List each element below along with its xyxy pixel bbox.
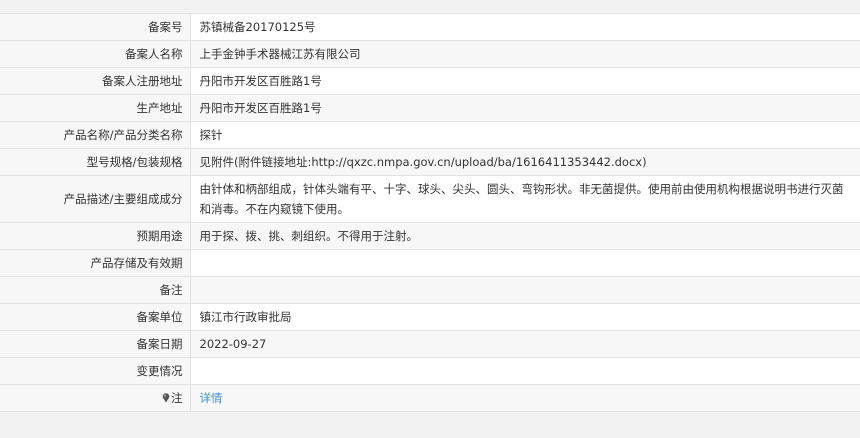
- note-label: 注: [171, 390, 183, 405]
- note-value: 详情: [190, 384, 860, 412]
- model-spec-label: 型号规格/包装规格: [0, 148, 191, 176]
- remarks-label: 备注: [0, 276, 191, 304]
- row-filing-number: 备案号 苏镇械备20170125号: [0, 13, 860, 41]
- filing-unit-label: 备案单位: [0, 303, 191, 331]
- row-registered-address: 备案人注册地址 丹阳市开发区百胜路1号: [0, 67, 860, 95]
- row-description: 产品描述/主要组成成分 由针体和柄部组成，针体头端有平、十字、球头、尖头、圆头、…: [0, 175, 860, 223]
- registered-address-label: 备案人注册地址: [0, 67, 191, 95]
- production-address-value: 丹阳市开发区百胜路1号: [190, 94, 860, 122]
- storage-validity-value: [190, 250, 860, 277]
- record-detail-panel: 备案号 苏镇械备20170125号 备案人名称 上手金钟手术器械江苏有限公司 备…: [0, 13, 860, 412]
- row-intended-use: 预期用途 用于探、拨、挑、刺组织。不得用于注射。: [0, 222, 860, 250]
- filing-number-label: 备案号: [0, 13, 191, 41]
- change-status-label: 变更情况: [0, 357, 191, 385]
- row-filing-date: 备案日期 2022-09-27: [0, 330, 860, 358]
- row-note: 注 详情: [0, 384, 860, 412]
- change-status-value: [190, 358, 860, 385]
- filing-number-value: 苏镇械备20170125号: [199, 19, 316, 34]
- storage-validity-label: 产品存储及有效期: [0, 249, 191, 277]
- intended-use-value: 用于探、拨、挑、刺组织。不得用于注射。: [190, 222, 860, 250]
- row-storage-validity: 产品存储及有效期: [0, 249, 860, 277]
- remarks-value: [190, 276, 860, 304]
- intended-use-label: 预期用途: [0, 222, 191, 250]
- pin-icon: [162, 390, 170, 403]
- row-filer-name: 备案人名称 上手金钟手术器械江苏有限公司: [0, 40, 860, 68]
- page: 备案号 苏镇械备20170125号 备案人名称 上手金钟手术器械江苏有限公司 备…: [0, 0, 860, 438]
- row-production-address: 生产地址 丹阳市开发区百胜路1号: [0, 94, 860, 122]
- row-filing-unit: 备案单位 镇江市行政审批局: [0, 303, 860, 331]
- row-product-name: 产品名称/产品分类名称 探针: [0, 121, 860, 149]
- registered-address-value: 丹阳市开发区百胜路1号: [199, 73, 322, 88]
- description-value: 由针体和柄部组成，针体头端有平、十字、球头、尖头、圆头、弯钩形状。非无菌提供。使…: [199, 182, 844, 216]
- filing-date-value: 2022-09-27: [190, 330, 860, 358]
- filer-name-label: 备案人名称: [0, 40, 191, 68]
- row-change-status: 变更情况: [0, 357, 860, 385]
- model-spec-value: 见附件(附件链接地址:http://qxzc.nmpa.gov.cn/uploa…: [190, 148, 860, 176]
- row-remarks: 备注: [0, 276, 860, 304]
- filer-name-value: 上手金钟手术器械江苏有限公司: [190, 40, 860, 68]
- filing-date-label: 备案日期: [0, 330, 191, 358]
- record-detail-table: 备案号 苏镇械备20170125号 备案人名称 上手金钟手术器械江苏有限公司 备…: [0, 13, 860, 412]
- filing-unit-value: 镇江市行政审批局: [199, 309, 292, 324]
- production-address-label: 生产地址: [0, 94, 191, 122]
- product-name-label: 产品名称/产品分类名称: [0, 121, 191, 149]
- description-label: 产品描述/主要组成成分: [0, 175, 191, 223]
- note-label-cell: 注: [0, 384, 191, 412]
- row-model-spec: 型号规格/包装规格 见附件(附件链接地址:http://qxzc.nmpa.go…: [0, 148, 860, 176]
- detail-link[interactable]: 详情: [200, 391, 223, 405]
- product-name-value: 探针: [199, 127, 223, 142]
